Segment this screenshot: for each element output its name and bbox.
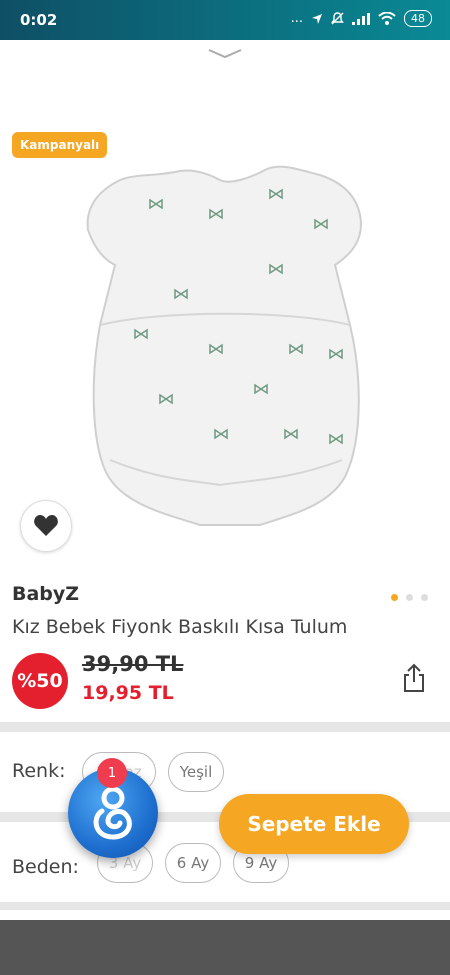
status-bar: 0:02 ... 48 <box>0 0 450 40</box>
more-indicators-icon: ... <box>290 11 303 26</box>
pager-dot <box>391 594 398 601</box>
old-price: 39,90 TL <box>82 652 184 676</box>
product-title: Kız Bebek Fiyonk Baskılı Kısa Tulum <box>12 616 348 638</box>
size-option-6-ay[interactable]: 6 Ay <box>165 843 221 883</box>
assistant-logo-icon <box>93 786 132 840</box>
pager-dot <box>406 594 413 601</box>
location-icon <box>312 13 322 24</box>
sheet-handle-icon[interactable] <box>207 48 243 60</box>
divider <box>0 902 450 910</box>
product-image <box>86 165 362 526</box>
divider <box>0 722 450 732</box>
status-time: 0:02 <box>20 11 58 29</box>
wifi-icon <box>378 12 396 25</box>
notification-count-badge: 1 <box>97 758 127 788</box>
favorite-button[interactable] <box>20 500 72 552</box>
mute-icon <box>331 12 344 25</box>
status-icons: ... 48 <box>291 10 432 27</box>
share-icon[interactable] <box>402 663 426 693</box>
color-option-yesil[interactable]: Yeşil <box>168 752 224 792</box>
add-to-cart-button[interactable]: Sepete Ekle <box>219 794 409 854</box>
discount-badge: %50 <box>12 653 68 709</box>
pager-dot <box>421 594 428 601</box>
product-brand[interactable]: BabyZ <box>12 583 79 605</box>
bottom-overlay <box>0 920 450 975</box>
color-label: Renk: <box>12 760 66 782</box>
signal-icon <box>352 12 370 25</box>
new-price: 19,95 TL <box>82 682 174 704</box>
image-pager <box>391 594 428 601</box>
battery-indicator: 48 <box>404 10 432 27</box>
heart-icon <box>34 515 58 536</box>
size-label: Beden: <box>12 856 79 878</box>
